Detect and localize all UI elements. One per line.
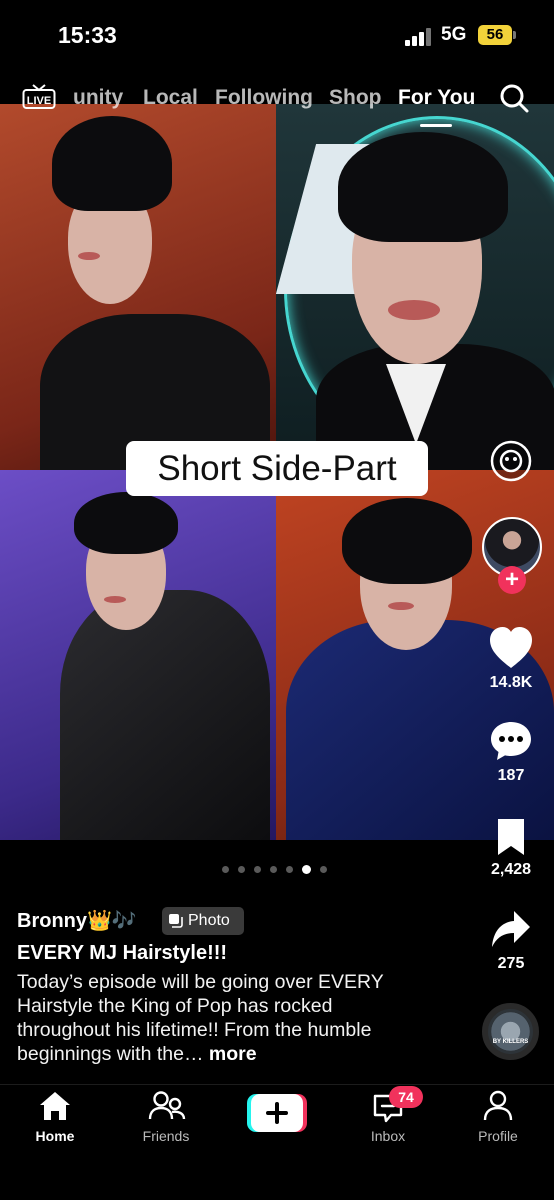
comment-count: 187 [497, 767, 525, 784]
tab-shop[interactable]: Shop [329, 86, 382, 110]
more-link[interactable]: more [209, 1043, 257, 1065]
tab-profile-label[interactable]: Profile [453, 1128, 543, 1144]
live-icon[interactable]: LIVE [22, 84, 56, 110]
pagination-dot [238, 865, 245, 873]
username[interactable]: Bronny👑🎶 [17, 908, 137, 933]
post-title: EVERY MJ Hairstyle!!! [17, 942, 228, 964]
tab-home-label[interactable]: Home [10, 1128, 100, 1144]
carousel-pagination [222, 864, 327, 874]
active-tab-indicator [420, 124, 452, 127]
like-count: 14.8K [489, 674, 533, 691]
share-count: 275 [497, 955, 525, 972]
tab-following[interactable]: Following [215, 86, 313, 110]
profile-icon[interactable] [483, 1090, 513, 1122]
status-time: 15:33 [58, 22, 117, 48]
pagination-dot [286, 865, 293, 873]
pagination-dot [222, 865, 229, 873]
music-disc-label: BY KILLERS [492, 1039, 529, 1045]
tab-for-you[interactable]: For You [398, 86, 475, 110]
live-label: LIVE [27, 95, 51, 107]
inbox-badge: 74 [389, 1086, 423, 1108]
battery-tip [513, 31, 516, 39]
heart-icon[interactable] [488, 626, 534, 670]
tab-local[interactable]: Local [143, 86, 198, 110]
share-icon[interactable] [490, 909, 532, 949]
follow-button[interactable]: + [498, 566, 526, 594]
photo-mode-icon [169, 914, 183, 928]
photo-caption: Short Side-Part [126, 441, 428, 496]
pagination-dot-active [302, 864, 311, 874]
pagination-dot [254, 865, 261, 873]
post-description: Today’s episode will be going over EVERY… [17, 970, 417, 1066]
tab-friends-label[interactable]: Friends [121, 1128, 211, 1144]
bookmark-icon[interactable] [495, 817, 527, 857]
reaction-icon[interactable] [490, 440, 532, 482]
music-disc[interactable]: BY KILLERS [482, 1003, 539, 1060]
network-type: 5G [441, 24, 467, 45]
comment-icon[interactable] [489, 720, 533, 762]
tab-community[interactable]: unity [73, 86, 123, 110]
photo-panel-2[interactable] [276, 104, 554, 470]
photo-panel-3[interactable] [0, 470, 276, 840]
pagination-dot [270, 865, 277, 873]
search-icon[interactable] [498, 82, 530, 114]
friends-icon[interactable] [148, 1090, 186, 1122]
save-count: 2,428 [490, 861, 532, 878]
tab-inbox-label[interactable]: Inbox [343, 1128, 433, 1144]
pagination-dot [320, 865, 327, 873]
photo-panel-1[interactable] [0, 104, 276, 470]
create-button[interactable] [247, 1094, 307, 1132]
signal-icon [405, 28, 433, 46]
home-icon[interactable] [38, 1090, 72, 1122]
post-description-text: Today’s episode will be going over EVERY… [17, 971, 384, 1065]
battery-icon: 56 [478, 25, 512, 45]
